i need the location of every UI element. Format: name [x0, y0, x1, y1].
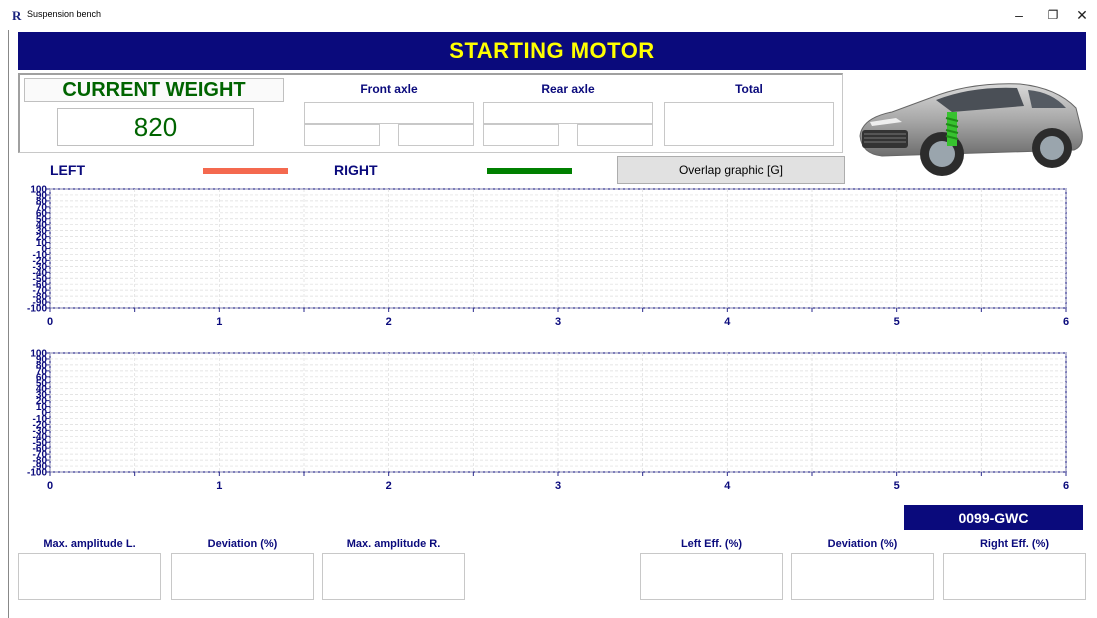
rear-axle-right-field [577, 124, 653, 146]
deviation-left-field [171, 553, 314, 600]
chart-x-tick-label: 6 [1063, 316, 1069, 328]
right-legend-label: RIGHT [334, 162, 378, 178]
max-amplitude-left-field [18, 553, 161, 600]
right-legend-swatch [487, 168, 572, 174]
left-legend-swatch [203, 168, 288, 174]
left-legend-label: LEFT [50, 162, 85, 178]
chart-y-tick-label: -100 [27, 468, 47, 479]
window-title: Suspension bench [27, 9, 102, 19]
chart-x-tick-label: 4 [724, 480, 731, 492]
overlap-graphic-button[interactable]: Overlap graphic [G] [617, 156, 845, 184]
restore-icon[interactable]: ❐ [1036, 4, 1070, 26]
rear-axle-label: Rear axle [541, 82, 595, 96]
right-suspension-chart: 1009080706050403020100-10-20-30-40-50-60… [27, 349, 1069, 493]
current-weight-value: 820 [57, 108, 254, 146]
front-axle-total-field [304, 102, 474, 124]
front-axle-right-field [398, 124, 474, 146]
title-bar: R Suspension bench – ❐ ✕ [0, 0, 1097, 30]
left-efficiency-field [640, 553, 783, 600]
front-axle-left-field [304, 124, 380, 146]
deviation-right-label: Deviation (%) [827, 538, 898, 550]
car-cutaway-suspension-icon [859, 83, 1083, 176]
chart-x-tick-label: 0 [47, 480, 53, 492]
license-plate-badge: 0099-GWC [904, 505, 1083, 530]
total-weight-field [664, 102, 834, 146]
max-amplitude-left-label: Max. amplitude L. [43, 538, 136, 550]
deviation-right-field [791, 553, 934, 600]
close-icon[interactable]: ✕ [1068, 4, 1096, 26]
max-amplitude-right-label: Max. amplitude R. [346, 538, 441, 550]
left-suspension-chart: 1009080706050403020100-10-20-30-40-50-60… [27, 185, 1069, 329]
chart-x-tick-label: 3 [555, 316, 561, 328]
right-efficiency-label: Right Eff. (%) [979, 538, 1050, 550]
chart-y-tick-label: -100 [27, 304, 47, 315]
window-left-border [8, 30, 9, 618]
chart-x-tick-label: 4 [724, 316, 731, 328]
front-axle-label: Front axle [360, 82, 418, 96]
chart-x-tick-label: 2 [386, 316, 392, 328]
minimize-icon[interactable]: – [1002, 4, 1036, 26]
app-logo-icon: R [12, 8, 22, 23]
deviation-left-label: Deviation (%) [207, 538, 278, 550]
max-amplitude-right-field [322, 553, 465, 600]
rear-axle-left-field [483, 124, 559, 146]
current-weight-label: CURRENT WEIGHT [24, 78, 284, 102]
chart-x-tick-label: 5 [894, 480, 900, 492]
right-efficiency-field [943, 553, 1086, 600]
chart-x-tick-label: 3 [555, 480, 561, 492]
left-efficiency-label: Left Eff. (%) [680, 538, 743, 550]
rear-axle-total-field [483, 102, 653, 124]
chart-x-tick-label: 6 [1063, 480, 1069, 492]
total-label: Total [735, 82, 763, 96]
chart-x-tick-label: 0 [47, 316, 53, 328]
chart-x-tick-label: 1 [216, 316, 222, 328]
status-banner: STARTING MOTOR [18, 32, 1086, 70]
chart-x-tick-label: 5 [894, 316, 900, 328]
chart-x-tick-label: 2 [386, 480, 392, 492]
chart-x-tick-label: 1 [216, 480, 222, 492]
